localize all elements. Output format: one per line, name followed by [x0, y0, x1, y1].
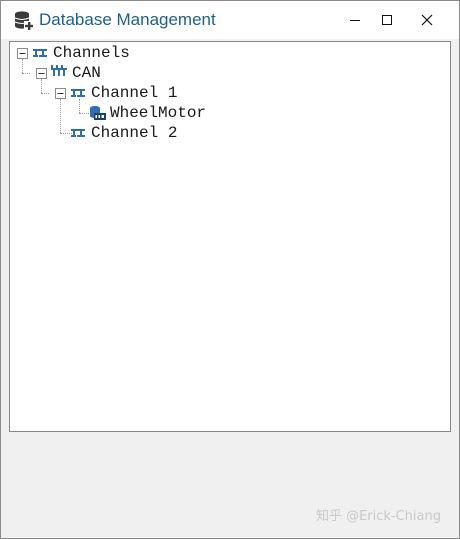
- tree-connector: [22, 59, 23, 73]
- dbc-file-icon: [90, 106, 106, 120]
- tree-connector: [41, 79, 42, 93]
- channel-icon: [71, 129, 85, 137]
- close-button[interactable]: [407, 5, 447, 35]
- tree-connector: [60, 99, 61, 133]
- database-add-icon: [14, 11, 34, 31]
- watermark: 知乎 @Erick-Chiang: [315, 509, 441, 524]
- title-bar[interactable]: Database Management: [1, 1, 459, 39]
- tree-connector: [41, 93, 49, 94]
- collapse-icon[interactable]: [36, 68, 47, 79]
- minimize-icon: [350, 20, 360, 21]
- tree-node-label: CAN: [72, 64, 101, 82]
- footer-area: 知乎 @Erick-Chiang: [9, 432, 451, 538]
- maximize-icon: [382, 15, 392, 25]
- maximize-button[interactable]: [367, 5, 407, 35]
- collapse-icon[interactable]: [17, 48, 28, 59]
- tree-connector: [79, 99, 80, 113]
- bus-icon: [51, 65, 67, 76]
- channel-icon: [71, 89, 85, 97]
- channel-tree[interactable]: Channels CAN Channel 1 WheelMotor Channe…: [9, 41, 451, 432]
- tree-node-label: WheelMotor: [110, 104, 207, 122]
- tree-node-label: Channel 1: [91, 84, 178, 102]
- tree-connector: [22, 73, 30, 74]
- tree-node-label: Channels: [53, 44, 130, 62]
- channel-icon: [33, 49, 47, 57]
- close-icon: [421, 14, 433, 26]
- window-title: Database Management: [39, 10, 216, 29]
- collapse-icon[interactable]: [55, 88, 66, 99]
- database-management-window: Database Management Channels CAN Channel…: [0, 0, 460, 539]
- tree-node-label: Channel 2: [91, 124, 178, 142]
